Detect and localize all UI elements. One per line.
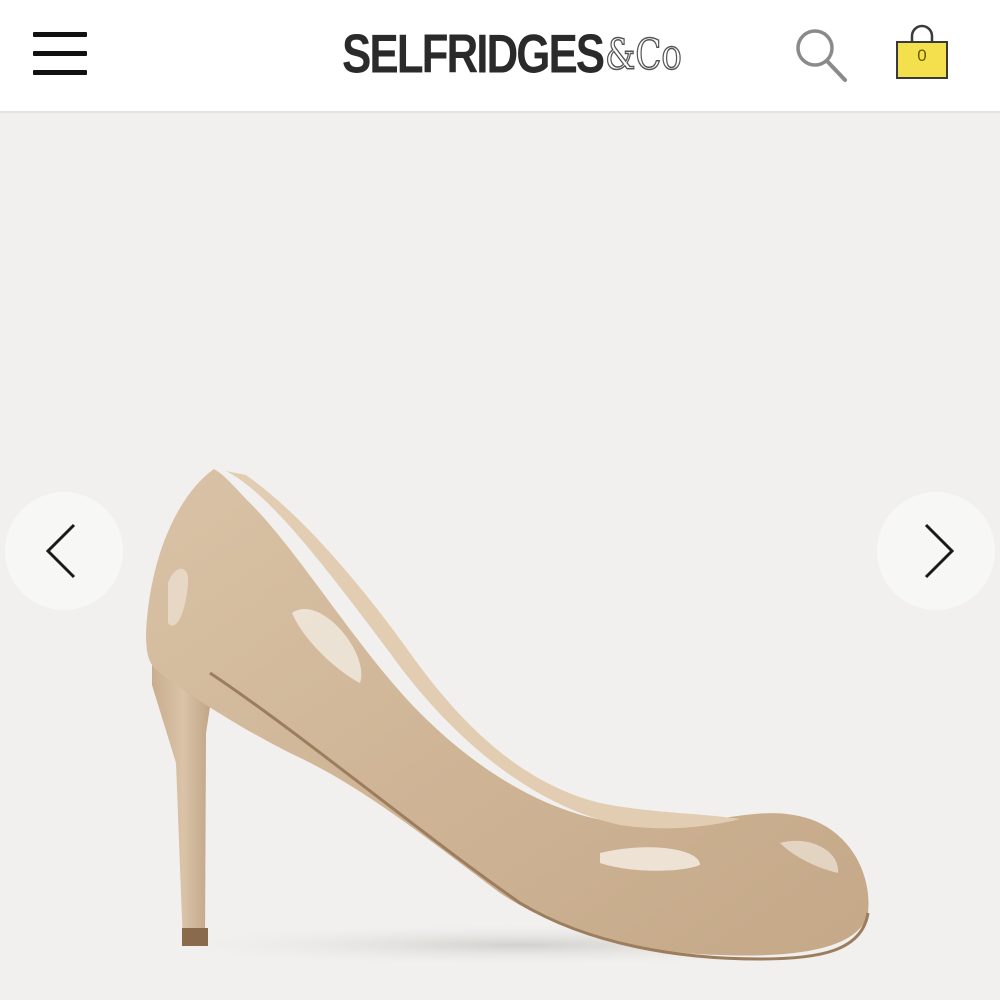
- search-icon: [796, 29, 847, 82]
- hamburger-menu-icon-bar: [33, 70, 87, 75]
- search-button[interactable]: [793, 26, 849, 84]
- menu-button[interactable]: [30, 28, 88, 80]
- chevron-right-icon: [924, 523, 955, 579]
- logo-wordmark: SELFRIDGES: [342, 23, 605, 85]
- product-image: [140, 469, 900, 967]
- next-image-button[interactable]: [877, 492, 995, 610]
- site-header: SELFRIDGES &Co 0: [0, 0, 1000, 113]
- bag-item-count: 0: [917, 46, 927, 65]
- product-image-carousel[interactable]: [0, 113, 1000, 1000]
- shopping-bag-button[interactable]: 0: [893, 22, 951, 84]
- hamburger-menu-icon: [33, 32, 87, 37]
- chevron-left-icon: [45, 523, 76, 579]
- previous-image-button[interactable]: [5, 492, 123, 610]
- hamburger-menu-icon-bar: [33, 51, 87, 56]
- logo-co-mark: &Co: [605, 29, 683, 81]
- selfridges-logo[interactable]: SELFRIDGES &Co: [342, 22, 683, 88]
